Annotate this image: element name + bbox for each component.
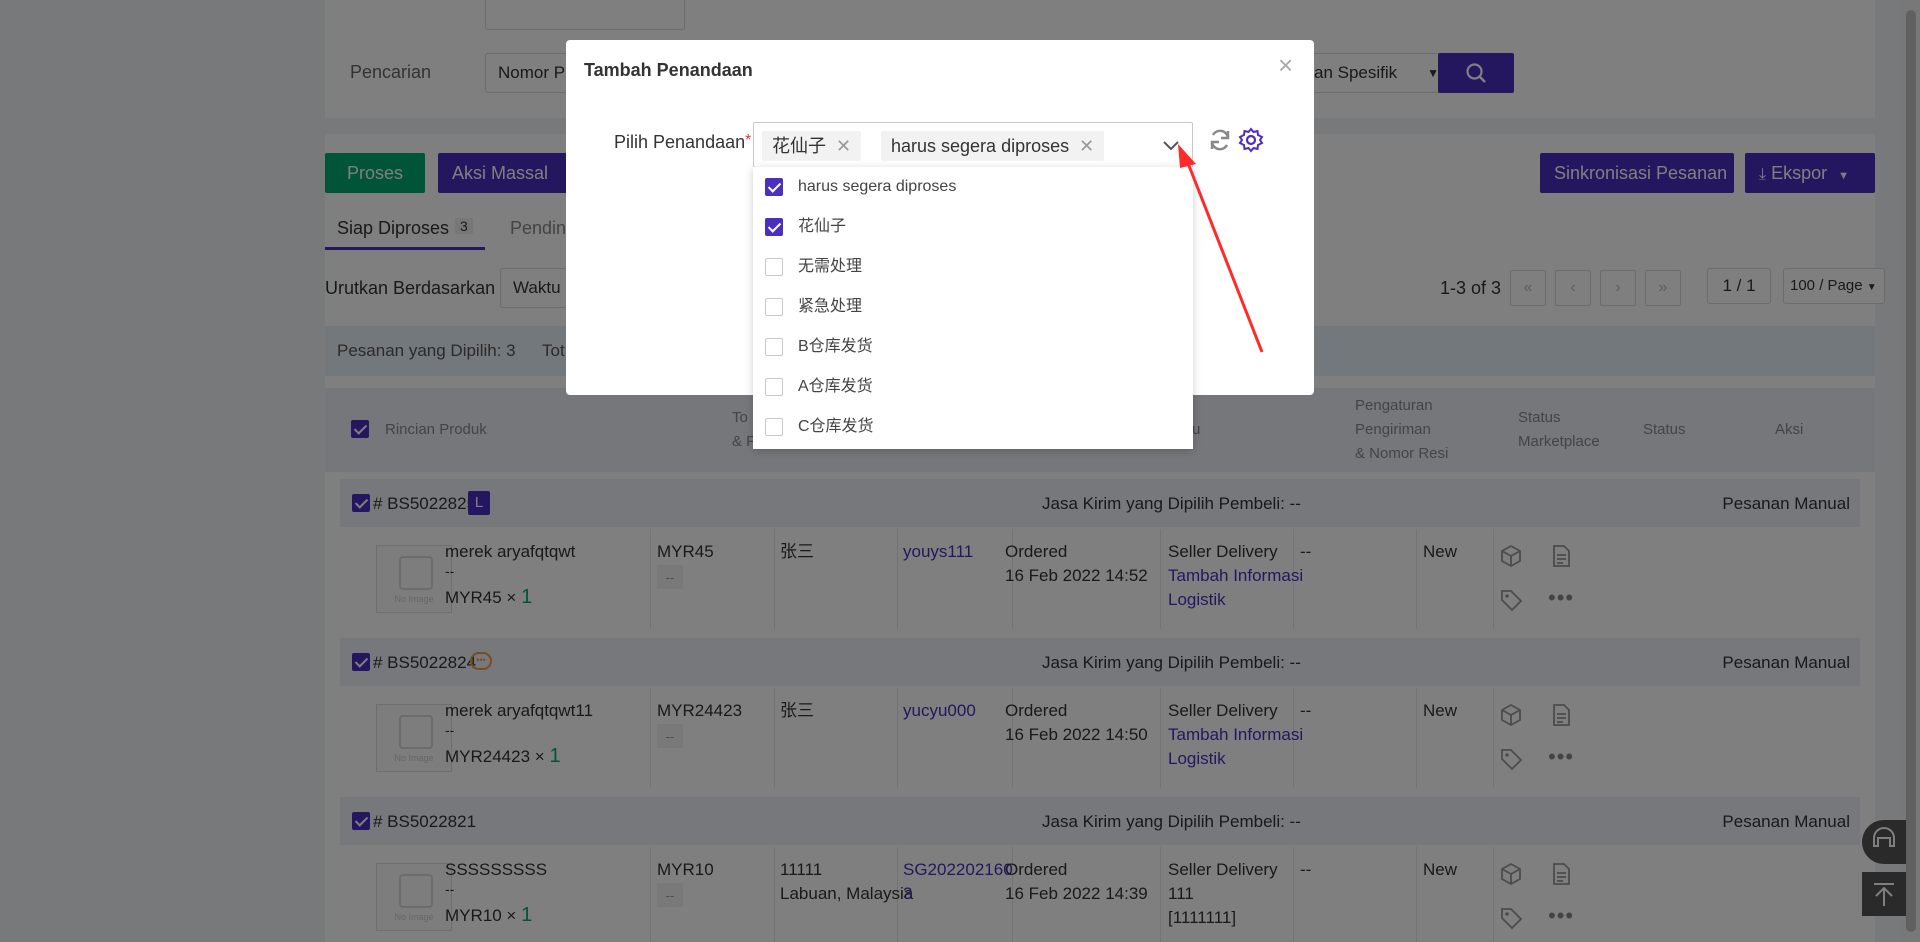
selected-tag: harus segera diproses ✕: [881, 131, 1105, 161]
tag-option[interactable]: A仓库发货: [753, 367, 1193, 407]
tag-option-checkbox[interactable]: [765, 218, 783, 236]
tag-option-checkbox[interactable]: [765, 258, 783, 276]
modal-title: Tambah Penandaan: [584, 60, 753, 80]
tag-option[interactable]: B仓库发货: [753, 327, 1193, 367]
tag-multiselect[interactable]: 花仙子 ✕ harus segera diproses ✕: [753, 122, 1193, 168]
tag-option-label: C仓库发货: [798, 418, 874, 435]
tag-dropdown-list[interactable]: harus segera diproses 花仙子 无需处理 紧急处理 B仓库发…: [753, 167, 1193, 449]
tag-option[interactable]: harus segera diproses: [753, 167, 1193, 207]
tag-option-label: 花仙子: [798, 218, 847, 235]
tag-option-label: harus segera diproses: [798, 178, 957, 195]
tag-option-checkbox[interactable]: [765, 418, 783, 436]
selected-tag-label: 花仙子: [772, 136, 826, 156]
tag-option-label: 紧急处理: [798, 298, 863, 315]
tag-option-checkbox[interactable]: [765, 178, 783, 196]
selected-tag: 花仙子 ✕: [762, 131, 862, 161]
annotation-arrow: [1178, 144, 1264, 353]
close-icon[interactable]: ✕: [836, 136, 851, 156]
required-mark: *: [745, 132, 752, 149]
tag-option-checkbox[interactable]: [765, 298, 783, 316]
close-icon[interactable]: ✕: [1079, 136, 1094, 156]
tag-select-label-text: Pilih Penandaan: [614, 132, 746, 152]
tag-option[interactable]: 无需处理: [753, 247, 1193, 287]
tag-option[interactable]: 花仙子: [753, 207, 1193, 247]
tag-option-checkbox[interactable]: [765, 378, 783, 396]
tag-option-label: B仓库发货: [798, 338, 873, 355]
tag-option-checkbox[interactable]: [765, 338, 783, 356]
tag-option[interactable]: C仓库发货: [753, 407, 1193, 447]
tag-option[interactable]: 紧急处理: [753, 287, 1193, 327]
tag-option-label: A仓库发货: [798, 378, 873, 395]
tag-select-label: Pilih Penandaan*: [614, 132, 751, 153]
selected-tag-label: harus segera diproses: [891, 136, 1070, 156]
close-icon[interactable]: ×: [1278, 52, 1293, 78]
tag-option-label: 无需处理: [798, 258, 863, 275]
